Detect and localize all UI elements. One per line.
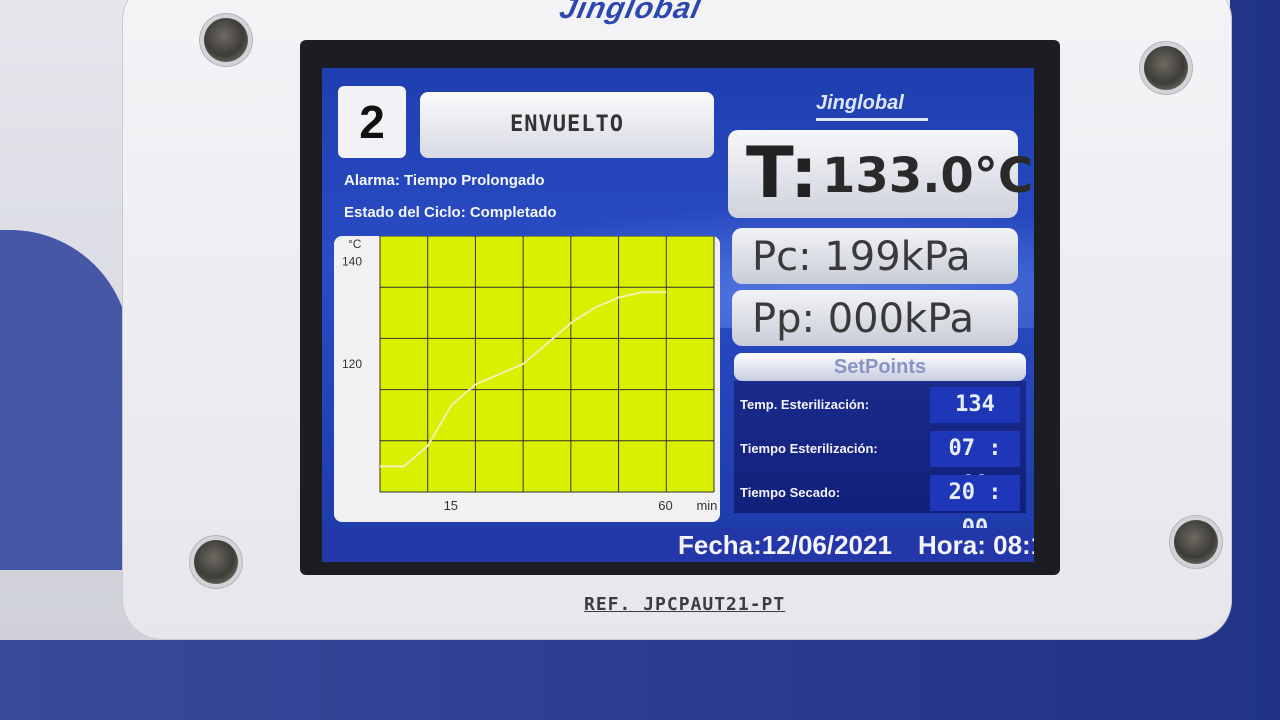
temperature-value: 133.0°C: [822, 148, 1034, 204]
setpoint-row: Tiempo Esterilización: 07 : 00: [734, 429, 1026, 497]
date-text: Fecha:12/06/2021: [678, 530, 892, 560]
setpoints-panel: Temp. Esterilización: 134 Tiempo Esteril…: [734, 381, 1026, 541]
setpoint-label: Tiempo Secado:: [740, 485, 841, 500]
temperature-display: T: 133.0°C: [728, 130, 1033, 218]
x-tick-label: 15: [444, 498, 458, 513]
alarm-text: Alarma: Tiempo Prolongado: [344, 172, 545, 189]
x-tick-label: 60: [658, 498, 672, 513]
program-number[interactable]: 2: [338, 86, 406, 158]
program-name-button[interactable]: ENVUELTO: [420, 92, 714, 158]
x-tick-label: min: [696, 498, 717, 513]
status-bar: Fecha:12/06/2021 Hora: 08:12: [322, 528, 1034, 562]
setpoint-label: Tiempo Esterilización:: [740, 441, 878, 456]
setpoint-value[interactable]: 20 : 00: [930, 475, 1020, 541]
setpoint-row: Tiempo Secado: 20 : 00: [734, 473, 1026, 541]
jacket-pressure-value: Pp: 000kPa: [752, 296, 975, 342]
jacket-pressure-display: Pp: 000kPa: [732, 290, 1018, 346]
chart-svg: °C 140 120 15 60 min: [342, 236, 717, 513]
y-axis-unit: °C: [348, 237, 362, 251]
screw-icon: [204, 18, 248, 62]
y-tick-label: 120: [342, 357, 362, 371]
screw-icon: [194, 540, 238, 584]
temperature-label: T:: [746, 132, 818, 214]
setpoint-label: Temp. Esterilización:: [740, 397, 870, 412]
brand-logo: Jinglobal: [556, 0, 705, 25]
screw-icon: [1174, 520, 1218, 564]
touch-screen: 2 ENVUELTO Jinglobal Alarma: Tiempo Prol…: [322, 68, 1034, 562]
y-tick-label: 140: [342, 255, 362, 269]
temperature-chart: °C 140 120 15 60 min: [334, 236, 720, 522]
setpoint-value[interactable]: 07 : 00: [930, 431, 1020, 497]
setpoint-row: Temp. Esterilización: 134: [734, 385, 1026, 425]
plot-area: [380, 236, 714, 492]
screen-logo: Jinglobal: [816, 92, 928, 126]
cycle-state-text: Estado del Ciclo: Completado: [344, 204, 557, 221]
setpoint-value[interactable]: 134: [930, 387, 1020, 423]
setpoints-button[interactable]: SetPoints: [734, 353, 1026, 381]
reference-label: REF. JPCPAUT21-PT: [584, 594, 786, 615]
chamber-pressure-value: Pc: 199kPa: [752, 234, 971, 280]
time-text: Hora: 08:12: [918, 530, 1034, 560]
chamber-pressure-display: Pc: 199kPa: [732, 228, 1018, 284]
screw-icon: [1144, 46, 1188, 90]
